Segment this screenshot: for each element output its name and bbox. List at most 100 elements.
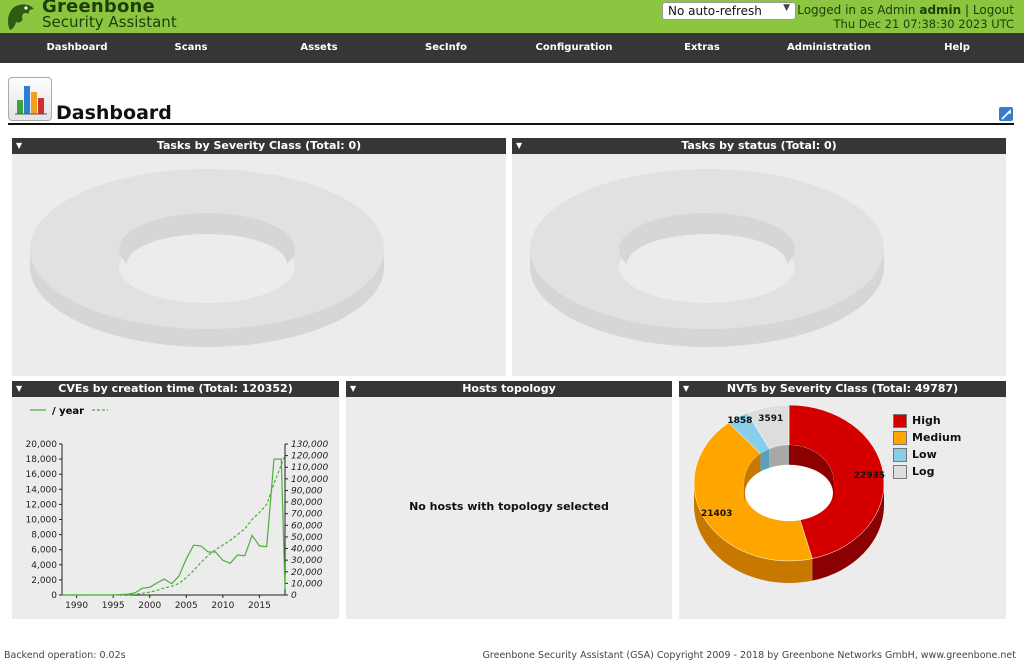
panel-title: Tasks by Severity Class (Total: 0) bbox=[156, 139, 362, 152]
nav-extras[interactable]: Extras bbox=[684, 42, 720, 53]
x-tick-label: 2000 bbox=[138, 601, 161, 611]
logout-link[interactable]: Logout bbox=[973, 3, 1014, 17]
y-tick-label-left: 6,000 bbox=[31, 546, 57, 556]
x-tick-label: 1990 bbox=[65, 601, 88, 611]
empty-state-message: No hosts with topology selected bbox=[409, 500, 609, 513]
panel-tasks-status: ▼ Tasks by status (Total: 0) bbox=[512, 138, 1006, 376]
panel-title: CVEs by creation time (Total: 120352) bbox=[58, 382, 293, 395]
nav-scans[interactable]: Scans bbox=[175, 42, 208, 53]
nav-configuration[interactable]: Configuration bbox=[536, 42, 613, 53]
panel-header: ▼ Tasks by Severity Class (Total: 0) bbox=[12, 138, 506, 154]
panel-nvts: ▼ NVTs by Severity Class (Total: 49787) … bbox=[679, 381, 1006, 619]
logged-in-label: Logged in as Admin bbox=[797, 3, 920, 17]
nvt-donut-chart: 22935 21403 1858 3591 bbox=[693, 404, 885, 583]
username-link[interactable]: admin bbox=[919, 3, 961, 17]
collapse-triangle-icon[interactable]: ▼ bbox=[516, 138, 522, 154]
x-tick-label: 2010 bbox=[211, 601, 234, 611]
series-line-1 bbox=[62, 454, 286, 596]
nav-help[interactable]: Help bbox=[944, 42, 970, 53]
slice-value-label: 21403 bbox=[701, 509, 732, 519]
y-tick-label-left: 14,000 bbox=[26, 485, 58, 495]
backend-operation-time: Backend operation: 0.02s bbox=[4, 650, 126, 661]
legend-label: Log bbox=[912, 465, 935, 478]
y-tick-label-left: 4,000 bbox=[31, 561, 57, 571]
y-tick-label-right: 0 bbox=[291, 591, 297, 601]
legend-swatch bbox=[893, 414, 907, 428]
y-tick-label-right: 20,000 bbox=[291, 568, 323, 578]
title-divider bbox=[8, 123, 1014, 125]
y-tick-label-left: 0 bbox=[51, 591, 57, 601]
donut-hole bbox=[745, 464, 833, 521]
brand-subtitle: Security Assistant bbox=[42, 13, 177, 31]
y-tick-label-right: 10,000 bbox=[291, 579, 323, 589]
y-tick-label-left: 18,000 bbox=[26, 455, 58, 465]
auto-refresh-value: No auto-refresh bbox=[668, 4, 762, 18]
y-tick-label-right: 130,000 bbox=[291, 440, 328, 450]
y-tick-label-right: 40,000 bbox=[291, 545, 323, 555]
y-tick-label-left: 16,000 bbox=[26, 470, 58, 480]
collapse-triangle-icon[interactable]: ▼ bbox=[683, 381, 689, 397]
collapse-triangle-icon[interactable]: ▼ bbox=[16, 381, 22, 397]
separator: | bbox=[965, 3, 970, 17]
nav-secinfo[interactable]: SecInfo bbox=[425, 42, 467, 53]
panel-header: ▼ Tasks by status (Total: 0) bbox=[512, 138, 1006, 154]
y-tick-label-left: 20,000 bbox=[26, 440, 58, 450]
slice-value-label: 3591 bbox=[758, 414, 783, 424]
slice-value-label: 1858 bbox=[727, 416, 752, 426]
collapse-triangle-icon[interactable]: ▼ bbox=[350, 381, 356, 397]
y-tick-label-right: 80,000 bbox=[291, 498, 323, 508]
y-tick-label-right: 120,000 bbox=[291, 452, 328, 462]
y-tick-label-left: 10,000 bbox=[26, 516, 58, 526]
empty-donut-chart bbox=[530, 169, 884, 347]
nav-dashboard[interactable]: Dashboard bbox=[47, 42, 108, 53]
y-tick-label-right: 100,000 bbox=[291, 475, 328, 485]
y-tick-label-right: 30,000 bbox=[291, 556, 323, 566]
x-tick-label: 2005 bbox=[175, 601, 198, 611]
edit-dashboard-icon[interactable] bbox=[999, 107, 1013, 121]
empty-donut-chart bbox=[30, 169, 384, 347]
legend-swatch bbox=[893, 448, 907, 462]
auto-refresh-select[interactable]: No auto-refresh ▼ bbox=[662, 2, 796, 20]
panel-title: Tasks by status (Total: 0) bbox=[681, 139, 837, 152]
series-line-0 bbox=[62, 458, 286, 596]
y-tick-label-right: 50,000 bbox=[291, 533, 323, 543]
current-datetime: Thu Dec 21 07:38:30 2023 UTC bbox=[833, 17, 1014, 31]
y-tick-label-left: 2,000 bbox=[31, 576, 57, 586]
login-status: Logged in as Admin admin | Logout bbox=[797, 3, 1014, 17]
top-header: Greenbone Security Assistant No auto-ref… bbox=[0, 0, 1024, 33]
x-tick-label: 1995 bbox=[102, 601, 125, 611]
main-navigation: Dashboard Scans Assets SecInfo Configura… bbox=[0, 33, 1024, 63]
collapse-triangle-icon[interactable]: ▼ bbox=[16, 138, 22, 154]
y-tick-label-right: 60,000 bbox=[291, 521, 323, 531]
nav-assets[interactable]: Assets bbox=[300, 42, 337, 53]
legend-label: Medium bbox=[912, 431, 962, 444]
greenbone-logo[interactable] bbox=[4, 0, 38, 33]
panel-tasks-severity: ▼ Tasks by Severity Class (Total: 0) bbox=[12, 138, 506, 376]
legend-label: Low bbox=[912, 448, 937, 461]
chart-legend: / year bbox=[30, 406, 108, 417]
y-tick-label-right: 90,000 bbox=[291, 486, 323, 496]
y-tick-label-left: 12,000 bbox=[26, 500, 58, 510]
copyright-notice: Greenbone Security Assistant (GSA) Copyr… bbox=[482, 650, 1016, 661]
y-tick-label-right: 70,000 bbox=[291, 510, 323, 520]
panel-hosts-topology: ▼ Hosts topology No hosts with topology … bbox=[346, 381, 672, 619]
legend-swatch bbox=[893, 465, 907, 479]
page-title: Dashboard bbox=[56, 102, 172, 124]
legend-label: High bbox=[912, 414, 941, 427]
panel-header: ▼ NVTs by Severity Class (Total: 49787) bbox=[679, 381, 1006, 397]
nav-administration[interactable]: Administration bbox=[787, 42, 871, 53]
slice-value-label: 22935 bbox=[854, 471, 885, 481]
cve-line-chart: / year 0 2,000 4,000 6,000 8,000 10,000 12,000… bbox=[26, 406, 329, 611]
x-tick-label: 2015 bbox=[248, 601, 271, 611]
panel-cves: ▼ CVEs by creation time (Total: 120352) … bbox=[12, 381, 339, 619]
y-tick-label-right: 110,000 bbox=[291, 463, 328, 473]
legend-series-label: / year bbox=[52, 406, 84, 417]
panel-header: ▼ Hosts topology bbox=[346, 381, 672, 397]
y-tick-label-left: 8,000 bbox=[31, 531, 57, 541]
dashboard-icon bbox=[8, 77, 52, 121]
panel-title: NVTs by Severity Class (Total: 49787) bbox=[726, 382, 959, 395]
chevron-down-icon: ▼ bbox=[783, 3, 790, 13]
legend-swatch bbox=[893, 431, 907, 445]
panel-title: Hosts topology bbox=[462, 382, 556, 395]
panel-header: ▼ CVEs by creation time (Total: 120352) bbox=[12, 381, 339, 397]
